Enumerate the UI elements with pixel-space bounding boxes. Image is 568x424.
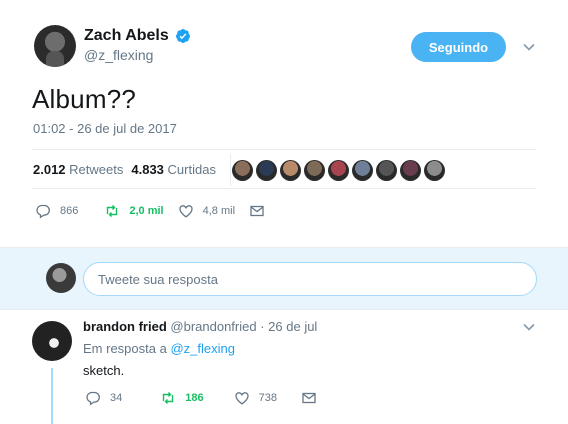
chevron-down-icon[interactable] [522, 320, 536, 334]
retweet-count: 186 [185, 392, 204, 404]
retweet-icon [107, 205, 118, 217]
author-avatar[interactable] [34, 25, 76, 67]
retweets-label: Retweets [69, 162, 124, 177]
like-count: 4,8 mil [202, 205, 236, 217]
reply-action[interactable]: 34 [85, 390, 122, 406]
likes-stat[interactable]: 4.833 Curtidas [131, 162, 216, 186]
reply-text: sketch. [83, 363, 125, 378]
reply-composer: Tweete sua resposta [0, 247, 568, 310]
liker-avatar[interactable] [232, 160, 253, 181]
direct-message-action[interactable] [249, 203, 265, 219]
liker-avatar[interactable] [328, 160, 349, 181]
reply-action[interactable]: 866 [35, 203, 78, 219]
thread-line [51, 368, 53, 424]
reply-input[interactable]: Tweete sua resposta [83, 262, 537, 296]
like-action[interactable]: 738 [234, 390, 277, 406]
liker-avatar[interactable] [400, 160, 421, 181]
following-button[interactable]: Seguindo [411, 32, 506, 62]
tweet-actions: 866 2,0 mil 4,8 mil [35, 203, 265, 219]
liker-avatar[interactable] [424, 160, 445, 181]
author-name[interactable]: Zach Abels [84, 27, 169, 45]
retweet-action[interactable]: 2,0 mil [104, 203, 164, 219]
verified-badge-icon [175, 29, 190, 43]
tweet-text: Album?? [32, 84, 137, 114]
tweet-timestamp[interactable]: 01:02 - 26 de jul de 2017 [33, 121, 177, 136]
reply-icon [36, 204, 50, 219]
retweets-stat[interactable]: 2.012 Retweets [33, 162, 123, 186]
stats-separator [229, 154, 231, 186]
retweet-icon [163, 392, 174, 404]
in-reply-to: Em resposta a @z_flexing [83, 341, 235, 356]
retweet-count: 2,0 mil [129, 205, 164, 217]
envelope-icon [250, 205, 264, 217]
likers-avatars [232, 160, 445, 181]
liker-avatar[interactable] [280, 160, 301, 181]
heart-icon [234, 392, 249, 405]
direct-message-action[interactable] [301, 390, 317, 406]
retweet-action[interactable]: 186 [160, 390, 204, 406]
liker-avatar[interactable] [376, 160, 397, 181]
current-user-avatar [46, 263, 76, 293]
envelope-icon [302, 392, 316, 404]
reply-author-name[interactable]: brandon fried [83, 319, 167, 334]
reply-author-avatar[interactable] [32, 321, 72, 361]
reply-count: 866 [60, 205, 79, 217]
divider [32, 188, 536, 189]
chevron-down-icon[interactable] [522, 40, 536, 54]
reply-date[interactable]: · 26 de jul [260, 319, 317, 334]
divider [32, 149, 536, 150]
reply-icon [86, 391, 100, 406]
liker-avatar[interactable] [352, 160, 373, 181]
liker-avatar[interactable] [304, 160, 325, 181]
in-reply-handle-link[interactable]: @z_flexing [170, 341, 235, 356]
tweet-stats: 2.012 Retweets 4.833 Curtidas [33, 154, 231, 186]
like-count: 738 [258, 392, 277, 404]
reply-author-handle[interactable]: @brandonfried [170, 319, 256, 334]
liker-avatar[interactable] [256, 160, 277, 181]
reply-count: 34 [110, 392, 123, 404]
reply-actions: 34 186 738 [85, 390, 317, 406]
author-handle[interactable]: @z_flexing [84, 47, 153, 63]
reply-header: brandon fried @brandonfried · 26 de jul [83, 319, 317, 334]
likes-count: 4.833 [131, 162, 164, 177]
like-action[interactable]: 4,8 mil [178, 203, 235, 219]
heart-icon [178, 205, 193, 218]
in-reply-prefix: Em resposta a [83, 341, 167, 356]
likes-label: Curtidas [167, 162, 216, 177]
retweets-count: 2.012 [33, 162, 66, 177]
